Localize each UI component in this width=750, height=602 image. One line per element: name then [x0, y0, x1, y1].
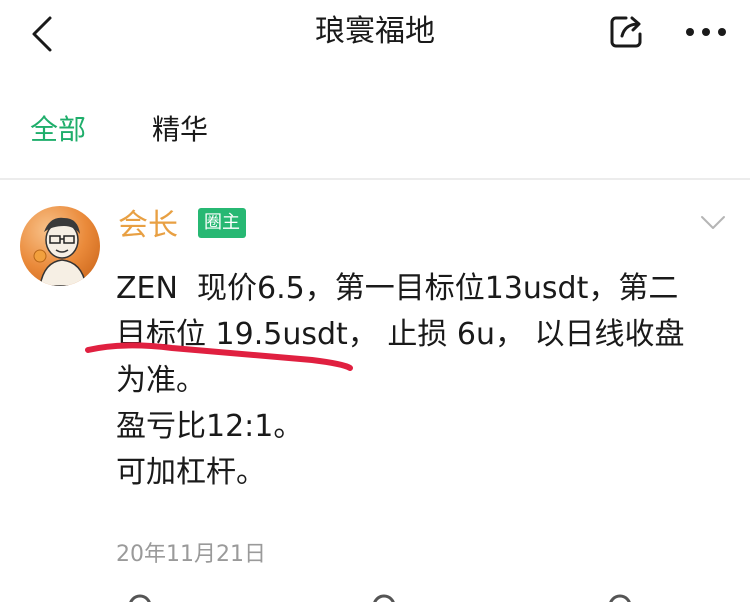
post-line: 可加杠杆。: [116, 455, 266, 490]
avatar[interactable]: [20, 206, 100, 286]
post-line: ZEN 现价6.5，第一目标位13usdt，第二: [116, 271, 679, 306]
post-menu-button[interactable]: [700, 214, 726, 232]
top-nav-bar: 琅寰福地: [0, 0, 750, 70]
handwritten-underline: [85, 342, 353, 371]
owner-badge: 圈主: [198, 208, 246, 238]
chevron-down-icon: [701, 216, 725, 229]
tab-bar: 全部 精华: [0, 100, 750, 160]
more-dots-icon: [686, 28, 726, 36]
share-button[interactable]: [606, 12, 646, 52]
author-name[interactable]: 会长: [118, 206, 178, 246]
post-line: 盈亏比12:1。: [116, 409, 304, 444]
share-icon: [610, 16, 642, 48]
action-icons-partial: [129, 594, 631, 602]
tab-essence[interactable]: 精华: [152, 110, 208, 150]
post-content: ZEN 现价6.5，第一目标位13usdt，第二 目标位 19.5usdt， 止…: [116, 266, 716, 496]
tab-all[interactable]: 全部: [30, 110, 86, 150]
post-date: 20年11月21日: [116, 542, 266, 567]
divider: [0, 178, 750, 180]
avatar-image: [20, 206, 100, 286]
more-options-button[interactable]: [682, 20, 730, 44]
